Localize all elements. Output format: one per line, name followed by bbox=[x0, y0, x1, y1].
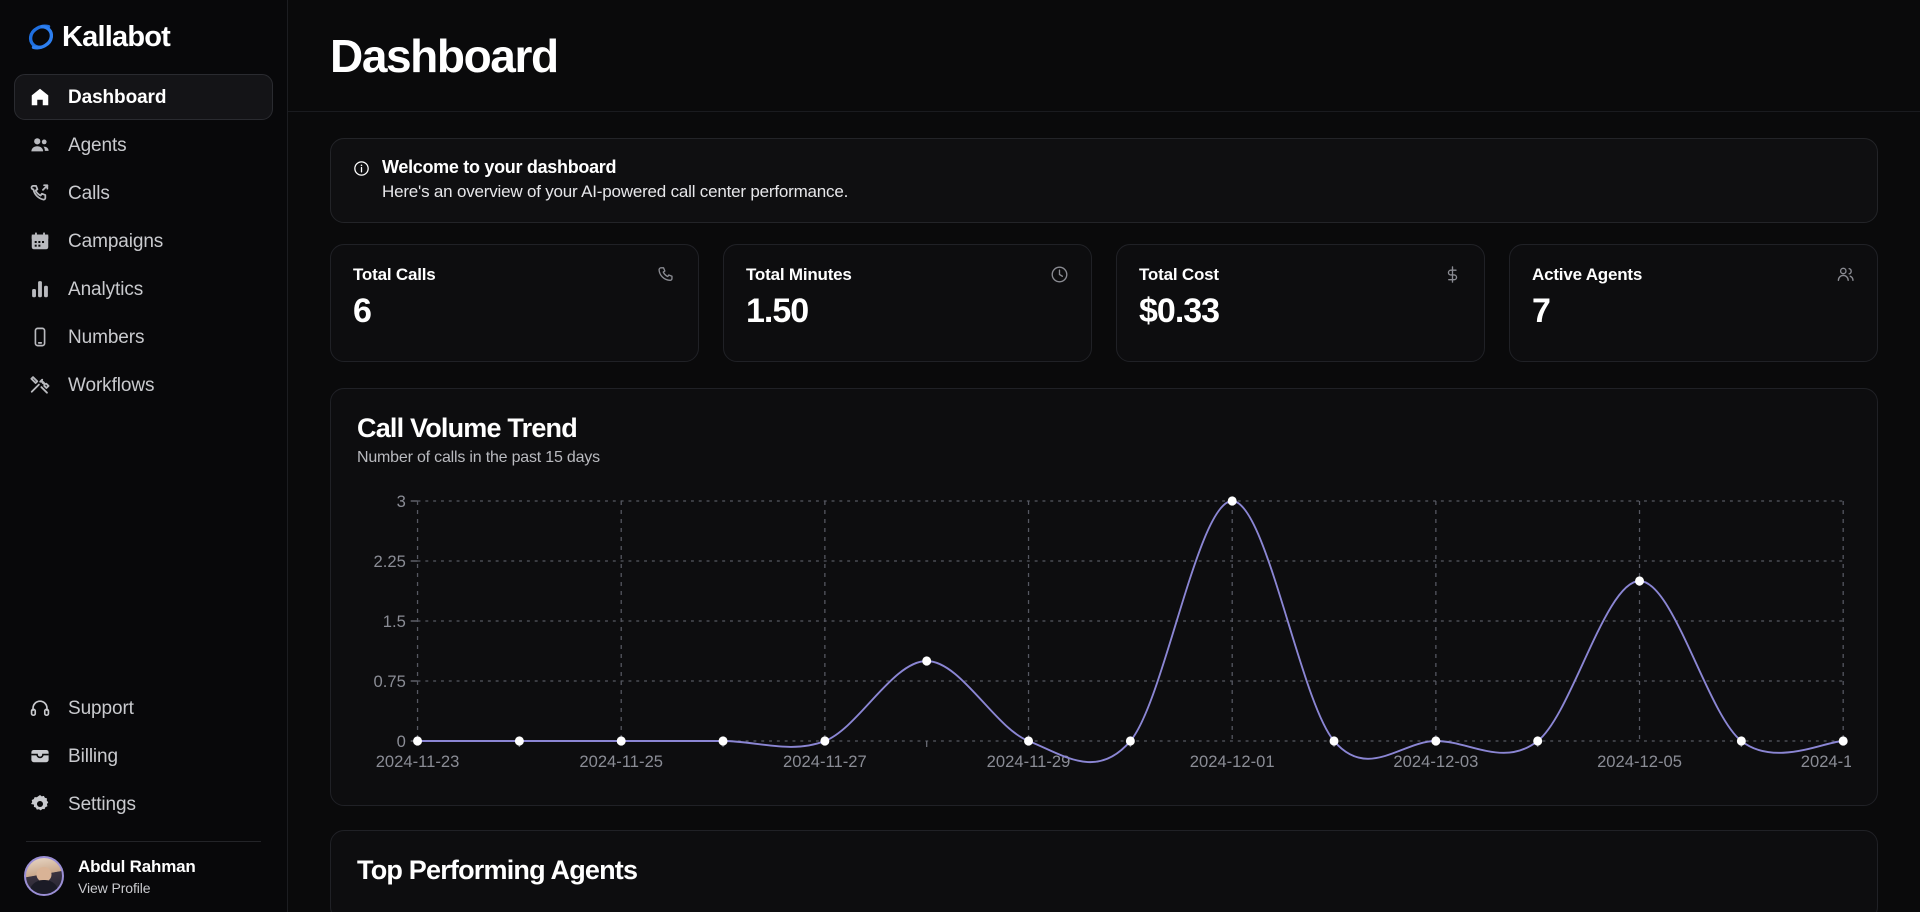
stat-top: Total Calls bbox=[353, 265, 676, 285]
svg-text:0.75: 0.75 bbox=[374, 672, 406, 691]
svg-text:3: 3 bbox=[397, 492, 406, 511]
stat-label: Total Cost bbox=[1139, 265, 1219, 284]
phone-outgoing-icon bbox=[29, 182, 51, 204]
view-profile-link[interactable]: View Profile bbox=[78, 880, 196, 896]
profile-text: Abdul Rahman View Profile bbox=[78, 857, 196, 896]
stat-label: Active Agents bbox=[1532, 265, 1643, 284]
svg-text:2024-11-25: 2024-11-25 bbox=[579, 752, 663, 771]
avatar bbox=[24, 856, 64, 896]
svg-text:2024-11-23: 2024-11-23 bbox=[376, 752, 460, 771]
svg-text:0: 0 bbox=[397, 732, 406, 751]
tools-icon bbox=[29, 374, 51, 396]
sidebar-item-workflows[interactable]: Workflows bbox=[14, 362, 273, 408]
users-icon bbox=[29, 134, 51, 156]
user-profile[interactable]: Abdul Rahman View Profile bbox=[0, 842, 287, 912]
svg-text:2024-11-27: 2024-11-27 bbox=[783, 752, 867, 771]
stat-value: 7 bbox=[1532, 292, 1551, 330]
welcome-banner: Welcome to your dashboard Here's an over… bbox=[330, 138, 1878, 223]
sidebar-item-campaigns[interactable]: Campaigns bbox=[14, 218, 273, 264]
stat-card-total-cost[interactable]: Total Cost $0.33 bbox=[1116, 244, 1485, 362]
dollar-icon bbox=[1443, 265, 1462, 284]
stat-card-total-calls[interactable]: Total Calls 6 bbox=[330, 244, 699, 362]
profile-name: Abdul Rahman bbox=[78, 856, 196, 876]
stat-card-active-agents[interactable]: Active Agents 7 bbox=[1509, 244, 1878, 362]
top-performing-agents-panel: Top Performing Agents bbox=[330, 830, 1878, 912]
stat-value: 1.50 bbox=[746, 292, 809, 330]
stat-value: 6 bbox=[353, 292, 372, 330]
svg-text:1.5: 1.5 bbox=[383, 612, 406, 631]
sidebar-item-dashboard[interactable]: Dashboard bbox=[14, 74, 273, 120]
sidebar-item-label: Settings bbox=[68, 793, 136, 815]
panel-title: Call Volume Trend bbox=[357, 413, 578, 443]
banner-subtitle: Here's an overview of your AI-powered ca… bbox=[382, 182, 849, 201]
sidebar-item-analytics[interactable]: Analytics bbox=[14, 266, 273, 312]
banner-text: Welcome to your dashboard Here's an over… bbox=[382, 157, 848, 202]
sidebar-item-label: Campaigns bbox=[68, 230, 164, 252]
sidebar-item-label: Numbers bbox=[68, 326, 145, 348]
sidebar-item-label: Workflows bbox=[68, 374, 155, 396]
stat-value: $0.33 bbox=[1139, 292, 1220, 330]
sidebar-item-label: Analytics bbox=[68, 278, 144, 300]
call-volume-panel: Call Volume Trend Number of calls in the… bbox=[330, 388, 1878, 806]
svg-text:2024-12-05: 2024-12-05 bbox=[1597, 752, 1682, 771]
headset-icon bbox=[29, 697, 51, 719]
sidebar: Kallabot Dashboard Agents Calls Campaign… bbox=[0, 0, 287, 912]
panel-subtitle: Number of calls in the past 15 days bbox=[357, 449, 600, 466]
stat-label: Total Minutes bbox=[746, 265, 852, 284]
stat-card-total-minutes[interactable]: Total Minutes 1.50 bbox=[723, 244, 1092, 362]
sidebar-item-label: Calls bbox=[68, 182, 110, 204]
gear-icon bbox=[29, 793, 51, 815]
calendar-icon bbox=[29, 230, 51, 252]
svg-text:2024-12-07: 2024-12-07 bbox=[1801, 752, 1851, 771]
sidebar-item-support[interactable]: Support bbox=[14, 685, 273, 731]
sidebar-item-label: Dashboard bbox=[68, 86, 167, 108]
sidebar-item-label: Billing bbox=[68, 745, 118, 767]
kallabot-swirl-logo-icon bbox=[26, 22, 56, 52]
chart-svg: 0 0.75 1.5 2.25 3 2024-11-23 2024-11-25 2024-11… bbox=[374, 492, 1851, 771]
bar-chart-icon bbox=[29, 278, 51, 300]
sidebar-item-numbers[interactable]: Numbers bbox=[14, 314, 273, 360]
app-root: Kallabot Dashboard Agents Calls Campaign… bbox=[0, 0, 1920, 912]
call-volume-chart[interactable]: 0 0.75 1.5 2.25 3 2024-11-23 2024-11-25 2024-11… bbox=[357, 485, 1851, 785]
stats-grid: Total Calls 6 Total Minutes 1.50 Total C… bbox=[330, 244, 1878, 362]
stat-label: Total Calls bbox=[353, 265, 436, 284]
secondary-nav: Support Billing Settings bbox=[0, 685, 287, 827]
stat-top: Total Minutes bbox=[746, 265, 1069, 285]
brand-logo[interactable]: Kallabot bbox=[0, 0, 287, 70]
sidebar-item-label: Support bbox=[68, 697, 134, 719]
primary-nav: Dashboard Agents Calls Campaigns Analyti… bbox=[0, 70, 287, 408]
content-area: Welcome to your dashboard Here's an over… bbox=[288, 112, 1920, 912]
phone-icon bbox=[657, 265, 676, 284]
sidebar-item-calls[interactable]: Calls bbox=[14, 170, 273, 216]
home-icon bbox=[29, 86, 51, 108]
clock-icon bbox=[1050, 265, 1069, 284]
page-header: Dashboard bbox=[288, 0, 1920, 112]
svg-text:2024-12-03: 2024-12-03 bbox=[1393, 752, 1478, 771]
stat-top: Total Cost bbox=[1139, 265, 1462, 285]
sidebar-item-billing[interactable]: Billing bbox=[14, 733, 273, 779]
page-title: Dashboard bbox=[330, 29, 559, 82]
panel-title: Top Performing Agents bbox=[357, 855, 638, 885]
sidebar-item-agents[interactable]: Agents bbox=[14, 122, 273, 168]
users-icon bbox=[1836, 265, 1855, 284]
brand-name: Kallabot bbox=[62, 20, 171, 53]
info-circle-icon bbox=[353, 160, 370, 177]
svg-text:2024-12-01: 2024-12-01 bbox=[1190, 752, 1275, 771]
smartphone-icon bbox=[29, 326, 51, 348]
stat-top: Active Agents bbox=[1532, 265, 1855, 285]
sidebar-item-settings[interactable]: Settings bbox=[14, 781, 273, 827]
main-content: Dashboard Welcome to your dashboard Here… bbox=[287, 0, 1920, 912]
banner-title: Welcome to your dashboard bbox=[382, 157, 617, 177]
wallet-icon bbox=[29, 745, 51, 767]
svg-text:2.25: 2.25 bbox=[374, 552, 406, 571]
sidebar-item-label: Agents bbox=[68, 134, 127, 156]
